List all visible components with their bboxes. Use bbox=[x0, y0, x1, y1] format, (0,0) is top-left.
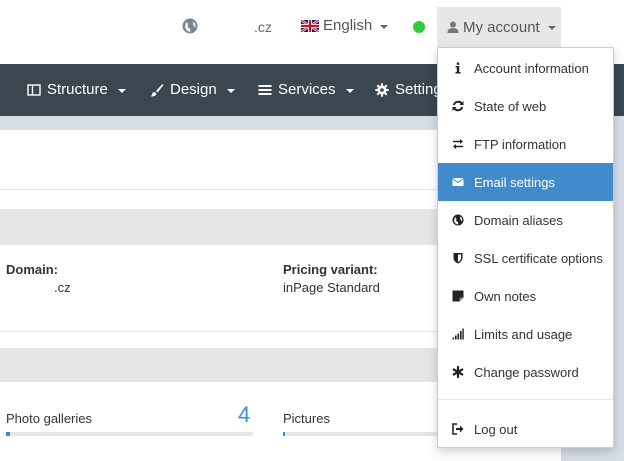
pricing-variant-value: inPage Standard bbox=[283, 280, 380, 295]
current-domain: .cz bbox=[254, 19, 272, 35]
nav-services-label: Services bbox=[278, 81, 336, 98]
chevron-down-icon bbox=[547, 26, 556, 30]
photo-galleries-progress bbox=[6, 432, 253, 436]
menu-item-log-out[interactable]: Log out bbox=[438, 410, 613, 448]
nav-services[interactable]: Services bbox=[258, 81, 354, 98]
pricing-variant-label: Pricing variant: bbox=[283, 262, 378, 277]
refresh-icon bbox=[452, 100, 464, 112]
info-icon bbox=[455, 62, 461, 74]
menu-item-email-settings[interactable]: Email settings bbox=[438, 163, 613, 201]
brush-icon bbox=[150, 83, 164, 96]
user-icon bbox=[447, 21, 459, 33]
nav-structure-label: Structure bbox=[47, 81, 108, 98]
pictures-label: Pictures bbox=[283, 411, 330, 426]
my-account-label: My account bbox=[463, 18, 540, 36]
signal-icon bbox=[452, 328, 464, 340]
menu-item-label: State of web bbox=[474, 98, 547, 114]
globe-icon[interactable] bbox=[182, 18, 198, 34]
logout-icon bbox=[452, 423, 464, 435]
nav-design-label: Design bbox=[170, 81, 217, 98]
note-icon bbox=[452, 290, 464, 302]
asterisk-icon bbox=[452, 366, 464, 378]
menu-item-label: Email settings bbox=[474, 174, 555, 190]
menu-item-change-password[interactable]: Change password bbox=[438, 353, 613, 391]
domain-label: Domain: bbox=[6, 262, 58, 277]
pictures-progress bbox=[283, 432, 438, 436]
gear-icon bbox=[375, 82, 389, 97]
menu-item-ssl-certificate-options[interactable]: SSL certificate options bbox=[438, 239, 613, 277]
my-account-dropdown: Account information State of web FTP inf… bbox=[437, 47, 614, 448]
menu-item-label: Limits and usage bbox=[474, 326, 573, 342]
menu-item-ftp-information[interactable]: FTP information bbox=[438, 125, 613, 163]
structure-icon bbox=[27, 83, 41, 96]
chevron-down-icon bbox=[117, 88, 126, 93]
menu-item-label: SSL certificate options bbox=[474, 250, 603, 266]
domain-value: .cz bbox=[54, 280, 71, 295]
menu-item-account-information[interactable]: Account information bbox=[438, 49, 613, 87]
menu-item-limits-and-usage[interactable]: Limits and usage bbox=[438, 315, 613, 353]
globe-icon bbox=[452, 214, 464, 226]
pictures-progress-fill bbox=[283, 432, 286, 436]
chevron-down-icon bbox=[226, 88, 235, 93]
menu-item-state-of-web[interactable]: State of web bbox=[438, 87, 613, 125]
nav-design[interactable]: Design bbox=[150, 81, 235, 98]
chevron-down-icon bbox=[380, 24, 389, 29]
menu-item-label: Change password bbox=[474, 364, 579, 380]
chevron-down-icon bbox=[345, 88, 354, 93]
language-label: English bbox=[323, 17, 373, 34]
list-icon bbox=[258, 84, 272, 95]
transfer-icon bbox=[453, 139, 463, 149]
menu-divider bbox=[438, 399, 613, 400]
language-selector[interactable]: English bbox=[301, 17, 389, 34]
shield-icon bbox=[453, 253, 463, 264]
menu-item-label: Domain aliases bbox=[474, 212, 563, 228]
menu-item-own-notes[interactable]: Own notes bbox=[438, 277, 613, 315]
photo-galleries-progress-fill bbox=[6, 432, 10, 436]
menu-item-domain-aliases[interactable]: Domain aliases bbox=[438, 201, 613, 239]
nav-structure[interactable]: Structure bbox=[27, 81, 126, 98]
menu-item-label: Account information bbox=[474, 60, 589, 76]
photo-galleries-count: 4 bbox=[238, 402, 251, 427]
online-status-indicator bbox=[413, 21, 425, 33]
menu-item-label: Own notes bbox=[474, 288, 537, 304]
my-account-button[interactable]: My account bbox=[437, 7, 561, 47]
menu-item-label: Log out bbox=[474, 421, 518, 437]
menu-item-label: FTP information bbox=[474, 136, 567, 152]
photo-galleries-label: Photo galleries bbox=[6, 411, 92, 426]
uk-flag-icon bbox=[301, 19, 319, 32]
envelope-icon bbox=[452, 178, 464, 186]
